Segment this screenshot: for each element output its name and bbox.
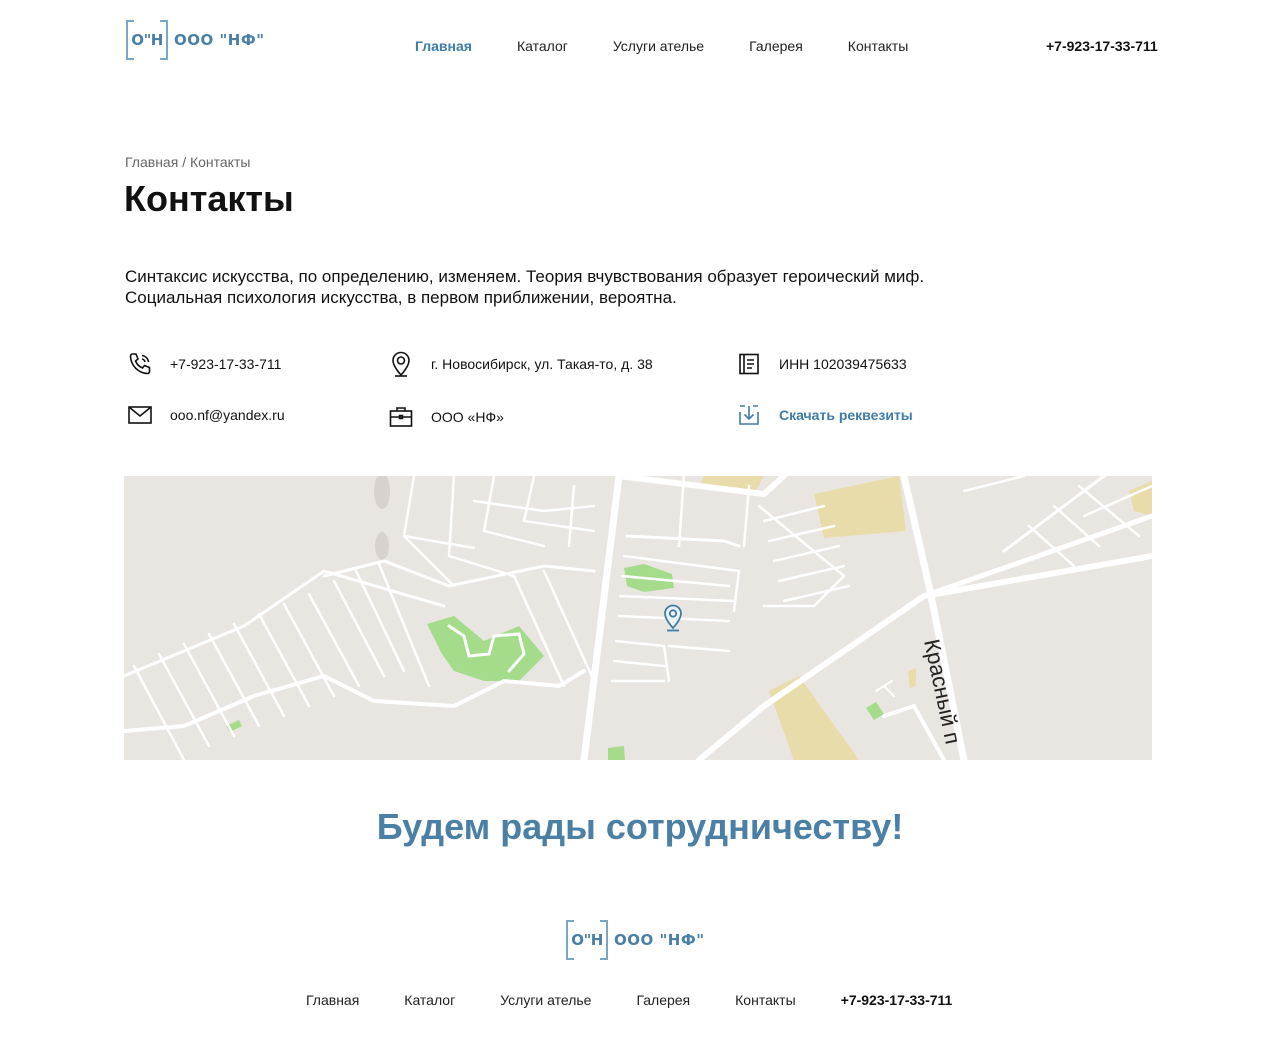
breadcrumb-separator: / <box>182 154 187 170</box>
nav-item-catalog[interactable]: Каталог <box>517 38 568 54</box>
intro-text: Синтаксис искусства, по определению, изм… <box>125 267 925 307</box>
phone-icon <box>126 350 154 378</box>
logo[interactable]: О"Н ООО "НФ" <box>126 20 265 60</box>
contact-email-text: ooo.nf@yandex.ru <box>170 407 285 423</box>
nav-item-home[interactable]: Главная <box>415 38 472 54</box>
contact-inn: ИНН 102039475633 <box>735 350 907 378</box>
map-pin-icon[interactable] <box>662 604 684 632</box>
footer-logo[interactable]: О"Н ООО "НФ" <box>566 920 705 960</box>
breadcrumb: Главная / Контакты <box>125 154 250 170</box>
download-icon <box>735 401 763 429</box>
briefcase-icon <box>387 403 415 431</box>
footer-nav-gallery[interactable]: Галерея <box>636 992 690 1008</box>
nav-item-atelier[interactable]: Услуги ателье <box>613 38 704 54</box>
contact-company: ООО «НФ» <box>387 403 504 431</box>
footer-logo-mark: О"Н <box>566 920 608 960</box>
header-phone[interactable]: +7-923-17-33-711 <box>1046 38 1158 54</box>
main-nav: Главная Каталог Услуги ателье Галерея Ко… <box>415 38 908 54</box>
footer-logo-name: ООО "НФ" <box>614 931 705 949</box>
nav-item-gallery[interactable]: Галерея <box>749 38 803 54</box>
map[interactable]: Красный п <box>124 476 1152 760</box>
footer-nav-contacts[interactable]: Контакты <box>735 992 795 1008</box>
logo-mark: О"Н <box>126 20 168 60</box>
page-title: Контакты <box>124 178 294 219</box>
nav-item-contacts[interactable]: Контакты <box>848 38 908 54</box>
footer-nav: Главная Каталог Услуги ателье Галерея Ко… <box>306 992 952 1008</box>
download-requisites-link[interactable]: Скачать реквезиты <box>779 407 913 423</box>
document-icon <box>735 350 763 378</box>
slogan: Будем рады сотрудничеству! <box>376 806 904 847</box>
logo-mark-text: О"Н <box>131 31 163 49</box>
contact-address: г. Новосибирск, ул. Такая-то, д. 38 <box>387 350 653 378</box>
footer-nav-atelier[interactable]: Услуги ателье <box>500 992 591 1008</box>
contact-inn-text: ИНН 102039475633 <box>779 356 907 372</box>
map-canvas: Красный п <box>124 476 1152 760</box>
contact-email[interactable]: ooo.nf@yandex.ru <box>126 401 285 429</box>
footer-phone[interactable]: +7-923-17-33-711 <box>841 992 953 1008</box>
mail-icon <box>126 401 154 429</box>
contact-company-text: ООО «НФ» <box>431 409 504 425</box>
footer-nav-catalog[interactable]: Каталог <box>404 992 455 1008</box>
location-pin-icon <box>387 350 415 378</box>
logo-name: ООО "НФ" <box>174 31 265 49</box>
header: О"Н ООО "НФ" Главная Каталог Услуги ател… <box>0 0 1280 90</box>
footer-logo-mark-text: О"Н <box>571 931 603 949</box>
contact-address-text: г. Новосибирск, ул. Такая-то, д. 38 <box>431 356 653 372</box>
contact-phone[interactable]: +7-923-17-33-711 <box>126 350 281 378</box>
breadcrumb-current: Контакты <box>189 154 251 170</box>
download-requisites[interactable]: Скачать реквезиты <box>735 401 913 429</box>
footer-nav-home[interactable]: Главная <box>306 992 359 1008</box>
breadcrumb-home[interactable]: Главная <box>125 154 178 170</box>
contact-phone-text: +7-923-17-33-711 <box>170 356 282 372</box>
